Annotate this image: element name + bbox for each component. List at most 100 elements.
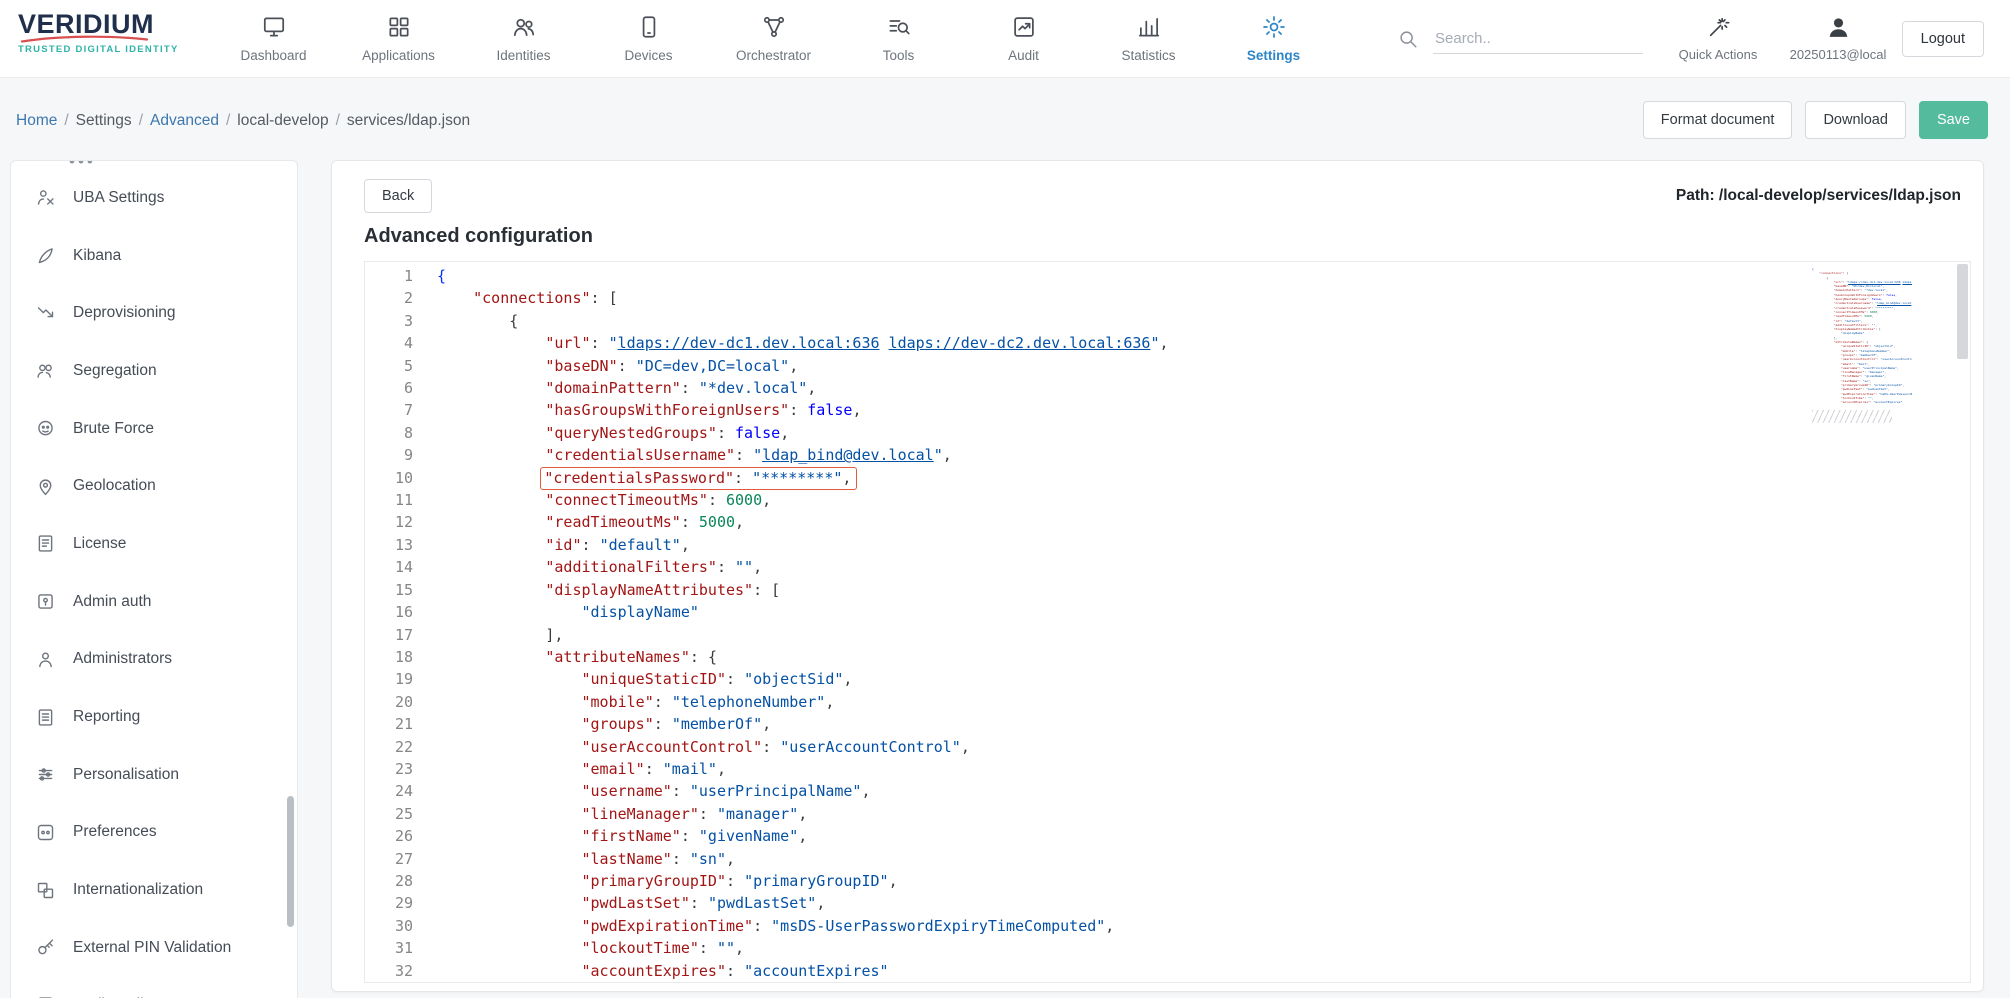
nav-item-dashboard[interactable]: Dashboard	[211, 0, 336, 77]
identities-icon	[511, 14, 537, 40]
line-number: 3	[373, 310, 413, 332]
nav-item-statistics[interactable]: Statistics	[1086, 0, 1211, 77]
line-number: 25	[373, 803, 413, 825]
logo-name: VERIDIUM	[18, 10, 198, 38]
save-button[interactable]: Save	[1919, 101, 1988, 139]
nav-item-devices[interactable]: Devices	[586, 0, 711, 77]
nav-item-applications[interactable]: Applications	[336, 0, 461, 77]
nav-item-identities[interactable]: Identities	[461, 0, 586, 77]
breadcrumb-item-services-ldap-json: services/ldap.json	[347, 112, 470, 129]
code-line-16[interactable]: 16 "displayName"	[373, 601, 1970, 623]
code-line-13[interactable]: 13 "id": "default",	[373, 534, 1970, 556]
back-button[interactable]: Back	[364, 179, 432, 213]
sidebar-item-kibana[interactable]: Kibana	[11, 227, 297, 285]
sidebar-item-brute-force[interactable]: Brute Force	[11, 400, 297, 458]
code-line-20[interactable]: 20 "mobile": "telephoneNumber",	[373, 691, 1970, 713]
code-line-29[interactable]: 29 "pwdLastSet": "pwdLastSet",	[373, 892, 1970, 914]
nav-item-label: Identities	[496, 48, 550, 63]
line-number: 32	[373, 960, 413, 982]
code-line-31[interactable]: 31 "lockoutTime": "",	[373, 937, 1970, 959]
sidebar-item-geolocation[interactable]: Geolocation	[11, 457, 297, 515]
file-path-label: Path: /local-develop/services/ldap.json	[1676, 187, 1961, 205]
sidebar-item-external-pin-validation[interactable]: External PIN Validation	[11, 919, 297, 977]
breadcrumb-item-home[interactable]: Home	[16, 112, 57, 129]
geolocation-icon	[35, 476, 56, 497]
search-icon	[1397, 28, 1419, 50]
code-line-15[interactable]: 15 "displayNameAttributes": [	[373, 579, 1970, 601]
code-line-18[interactable]: 18 "attributeNames": {	[373, 646, 1970, 668]
code-line-30[interactable]: 30 "pwdExpirationTime": "msDS-UserPasswo…	[373, 915, 1970, 937]
sidebar-item-radius-client[interactable]: Radius Client	[11, 977, 297, 998]
code-line-21[interactable]: 21 "groups": "memberOf",	[373, 713, 1970, 735]
nav-item-settings[interactable]: Settings	[1211, 0, 1336, 77]
code-line-17[interactable]: 17 ],	[373, 624, 1970, 646]
code-line-10[interactable]: 10 "credentialsPassword": "********",	[373, 467, 1970, 489]
audit-icon	[1011, 14, 1037, 40]
code-line-5[interactable]: 5 "baseDN": "DC=dev,DC=local",	[373, 355, 1970, 377]
account-label: 20250113@local	[1790, 47, 1887, 62]
editor-minimap[interactable]: { "connections": [ { "url": "ldaps://dev…	[1812, 267, 1912, 423]
format-document-button[interactable]: Format document	[1643, 101, 1793, 139]
sidebar-item-uba-settings[interactable]: UBA Settings	[11, 169, 297, 227]
code-line-7[interactable]: 7 "hasGroupsWithForeignUsers": false,	[373, 399, 1970, 421]
sidebar-item-label: Admin auth	[73, 593, 151, 611]
code-line-3[interactable]: 3 {	[373, 310, 1970, 332]
sidebar-item-label: Deprovisioning	[73, 304, 176, 322]
code-line-11[interactable]: 11 "connectTimeoutMs": 6000,	[373, 489, 1970, 511]
nav-item-audit[interactable]: Audit	[961, 0, 1086, 77]
statistics-icon	[1136, 14, 1162, 40]
code-line-28[interactable]: 28 "primaryGroupID": "primaryGroupID",	[373, 870, 1970, 892]
license-icon	[35, 533, 56, 554]
logout-button[interactable]: Logout	[1902, 21, 1984, 57]
sidebar-item-label: Geolocation	[73, 477, 156, 495]
line-number: 10	[373, 467, 413, 489]
code-line-4[interactable]: 4 "url": "ldaps://dev-dc1.dev.local:636 …	[373, 332, 1970, 354]
line-number: 29	[373, 892, 413, 914]
code-line-19[interactable]: 19 "uniqueStaticID": "objectSid",	[373, 668, 1970, 690]
search-input[interactable]	[1433, 24, 1643, 54]
code-line-27[interactable]: 27 "lastName": "sn",	[373, 848, 1970, 870]
code-line-1[interactable]: 1{	[373, 265, 1970, 287]
line-number: 24	[373, 780, 413, 802]
code-line-32[interactable]: 32 "accountExpires": "accountExpires"	[373, 960, 1970, 982]
nav-item-orchestrator[interactable]: Orchestrator	[711, 0, 836, 77]
code-line-2[interactable]: 2 "connections": [	[373, 287, 1970, 309]
account-menu[interactable]: 20250113@local	[1784, 0, 1892, 77]
page-title: Advanced configuration	[364, 225, 593, 248]
breadcrumb-item-advanced[interactable]: Advanced	[150, 112, 219, 129]
nav-item-tools[interactable]: Tools	[836, 0, 961, 77]
code-line-14[interactable]: 14 "additionalFilters": "",	[373, 556, 1970, 578]
deprovisioning-icon	[35, 303, 56, 324]
code-editor[interactable]: 1{2 "connections": [3 {4 "url": "ldaps:/…	[364, 261, 1971, 983]
code-line-26[interactable]: 26 "firstName": "givenName",	[373, 825, 1970, 847]
top-bar: VERIDIUM TRUSTED DIGITAL IDENTITY Dashbo…	[0, 0, 2010, 78]
code-line-22[interactable]: 22 "userAccountControl": "userAccountCon…	[373, 736, 1970, 758]
code-line-6[interactable]: 6 "domainPattern": "*dev.local",	[373, 377, 1970, 399]
sidebar-item-administrators[interactable]: Administrators	[11, 631, 297, 689]
editor-scrollbar[interactable]	[1957, 264, 1968, 359]
code-line-12[interactable]: 12 "readTimeoutMs": 5000,	[373, 511, 1970, 533]
sidebar-item-internationalization[interactable]: Internationalization	[11, 861, 297, 919]
code-line-9[interactable]: 9 "credentialsUsername": "ldap_bind@dev.…	[373, 444, 1970, 466]
app-root: VERIDIUM TRUSTED DIGITAL IDENTITY Dashbo…	[0, 0, 2010, 998]
nav-item-label: Tools	[883, 48, 915, 63]
code-line-23[interactable]: 23 "email": "mail",	[373, 758, 1970, 780]
sidebar-item-preferences[interactable]: Preferences	[11, 804, 297, 862]
sidebar-item-reporting[interactable]: Reporting	[11, 688, 297, 746]
code-line-25[interactable]: 25 "lineManager": "manager",	[373, 803, 1970, 825]
breadcrumb-separator: /	[139, 112, 143, 129]
sidebar-item-segregation[interactable]: Segregation	[11, 342, 297, 400]
line-number: 26	[373, 825, 413, 847]
sidebar-item-admin-auth[interactable]: Admin auth	[11, 573, 297, 631]
sidebar-scrollbar[interactable]	[287, 796, 294, 927]
code-line-8[interactable]: 8 "queryNestedGroups": false,	[373, 422, 1970, 444]
sidebar-item-deprovisioning[interactable]: Deprovisioning	[11, 284, 297, 342]
code-line-24[interactable]: 24 "username": "userPrincipalName",	[373, 780, 1970, 802]
sidebar-item-license[interactable]: License	[11, 515, 297, 573]
sidebar-item-label: Preferences	[73, 823, 157, 841]
line-number: 17	[373, 624, 413, 646]
quick-actions[interactable]: Quick Actions	[1672, 0, 1764, 77]
veridium-logo[interactable]: VERIDIUM TRUSTED DIGITAL IDENTITY	[18, 10, 198, 55]
download-button[interactable]: Download	[1805, 101, 1906, 139]
sidebar-item-personalisation[interactable]: Personalisation	[11, 746, 297, 804]
